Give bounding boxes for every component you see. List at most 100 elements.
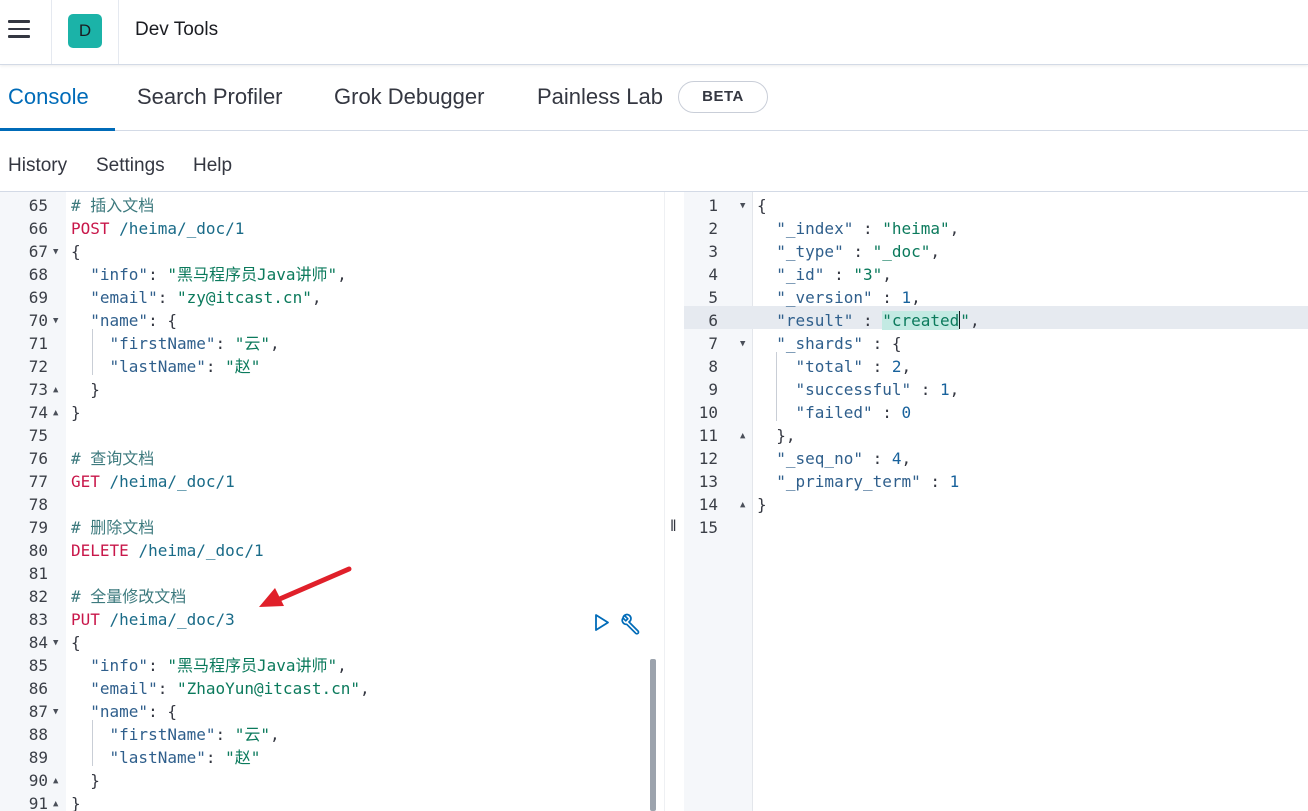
fold-open-icon[interactable]: ▼	[53, 631, 58, 654]
fold-open-icon[interactable]: ▼	[740, 194, 745, 217]
code-token: :	[215, 725, 235, 744]
top-header: D Dev Tools	[0, 0, 1308, 65]
request-actions	[592, 611, 648, 635]
code-token: # 删除文档	[71, 518, 155, 537]
code-token: 1	[940, 380, 950, 399]
code-token: }	[71, 771, 100, 790]
line-number: 84	[28, 633, 48, 652]
code-token: "info"	[90, 656, 149, 675]
fold-open-icon[interactable]: ▼	[53, 309, 58, 332]
code-token: /heima/_doc/3	[109, 610, 235, 629]
code-token: ,	[311, 288, 322, 307]
tab-console[interactable]: Console	[8, 66, 89, 130]
settings-link[interactable]: Settings	[96, 131, 165, 201]
fold-close-icon[interactable]: ▲	[740, 493, 745, 516]
line-number: 1	[708, 196, 718, 215]
fold-open-icon[interactable]: ▼	[53, 700, 58, 723]
tab-painless-lab[interactable]: Painless Lab	[537, 66, 663, 130]
code-token: DELETE	[71, 541, 139, 560]
resize-handle-icon[interactable]: ‖	[670, 518, 677, 536]
code-line: "_seq_no" : 4,	[757, 447, 911, 470]
code-line: POST /heima/_doc/1	[71, 217, 244, 240]
fold-open-icon[interactable]: ▼	[53, 240, 58, 263]
code-token: /heima/_doc/1	[109, 472, 235, 491]
code-token: "lastName"	[109, 357, 206, 376]
code-line: # 查询文档	[71, 447, 154, 470]
line-number: 14	[698, 495, 718, 514]
code-line: "email": "zy@itcast.cn",	[71, 286, 321, 309]
code-token: "email"	[90, 288, 158, 307]
fold-close-icon[interactable]: ▲	[53, 792, 58, 811]
code-token: ,	[949, 219, 960, 238]
play-icon[interactable]	[595, 614, 609, 631]
annotation-arrow-icon	[259, 566, 352, 607]
code-token: ,	[337, 265, 347, 284]
code-line: "result" : "created",	[757, 309, 980, 332]
code-line: DELETE /heima/_doc/1	[71, 539, 264, 562]
fold-close-icon[interactable]: ▲	[740, 424, 745, 447]
code-token: "_shards"	[776, 334, 863, 353]
code-token: ,	[930, 242, 941, 261]
response-output[interactable]: 1 ▼ {2 "_index" : "heima", 3 "_type" : "_do…	[684, 192, 1308, 811]
code-token: :	[872, 403, 902, 422]
space-avatar[interactable]: D	[68, 14, 102, 48]
code-token: :	[872, 288, 902, 307]
code-token: ,	[882, 265, 892, 284]
fold-open-icon[interactable]: ▼	[740, 332, 745, 355]
hamburger-menu-icon[interactable]	[8, 20, 30, 38]
code-token: : {	[148, 702, 177, 721]
line-number: 2	[708, 219, 718, 238]
code-token: }	[71, 794, 81, 811]
code-token: "ZhaoYun@itcast.cn"	[176, 679, 360, 698]
code-token: :	[205, 357, 226, 376]
line-number: 89	[28, 748, 48, 767]
code-token: "firstName"	[109, 725, 216, 744]
fold-close-icon[interactable]: ▲	[53, 769, 58, 792]
pane-resizer[interactable]: ‖	[664, 192, 686, 811]
line-number: 83	[28, 610, 48, 629]
code-token: 2	[891, 357, 902, 376]
line-number: 8	[708, 357, 718, 376]
code-token: # 查询文档	[71, 449, 155, 468]
line-number: 68	[28, 265, 48, 284]
code-token: "result"	[776, 311, 854, 330]
line-number: 73	[28, 380, 48, 399]
request-editor[interactable]: 65 # 插入文档 66 POST /heima/_doc/1 67 ▼ {68 "info…	[0, 192, 664, 811]
code-token: :	[215, 334, 235, 353]
editor-scrollbar[interactable]	[650, 659, 656, 811]
code-token: ,	[270, 334, 280, 353]
code-token: :	[824, 265, 854, 284]
code-token: "name"	[90, 702, 149, 721]
help-link[interactable]: Help	[193, 131, 232, 201]
line-number: 5	[708, 288, 718, 307]
code-token: ,	[360, 679, 370, 698]
code-line: "name": {	[71, 700, 177, 723]
history-link[interactable]: History	[8, 131, 67, 201]
code-line: "lastName": "赵"	[71, 355, 261, 378]
line-number: 81	[28, 564, 48, 583]
code-token: "	[960, 311, 970, 330]
tab-grok-debugger[interactable]: Grok Debugger	[334, 66, 484, 130]
tab-search-profiler[interactable]: Search Profiler	[137, 66, 283, 130]
header-divider	[118, 0, 119, 64]
line-number: 82	[28, 587, 48, 606]
code-token: /heima/_doc/1	[138, 541, 264, 560]
code-line: "email": "ZhaoYun@itcast.cn",	[71, 677, 370, 700]
line-number: 74	[28, 403, 48, 422]
line-number: 69	[28, 288, 48, 307]
wrench-icon[interactable]	[621, 613, 640, 635]
code-token: "黑马程序员Java讲师"	[167, 265, 338, 284]
fold-close-icon[interactable]: ▲	[53, 401, 58, 424]
code-line: {	[71, 631, 81, 654]
code-token: :	[911, 380, 941, 399]
code-token: :	[862, 357, 892, 376]
line-number: 88	[28, 725, 48, 744]
code-token: ,	[969, 311, 980, 330]
fold-close-icon[interactable]: ▲	[53, 378, 58, 401]
code-line: # 全量修改文档	[71, 585, 186, 608]
